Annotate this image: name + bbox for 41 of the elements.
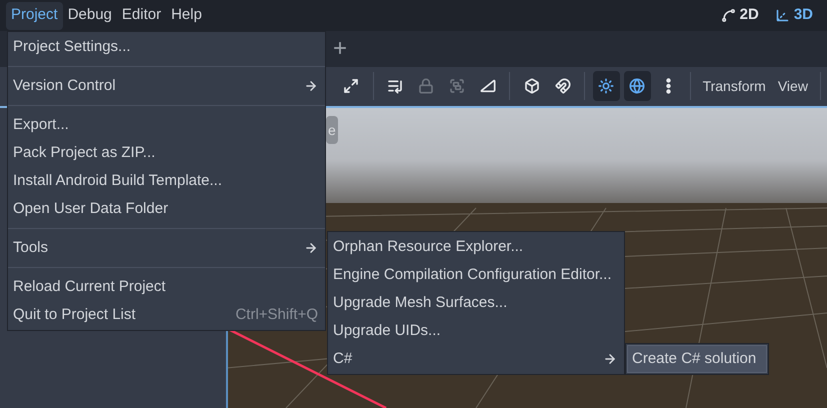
menu-item[interactable]: Install Android Build Template...: [9, 167, 324, 195]
cube-icon: [524, 78, 540, 94]
menu-item[interactable]: C#: [329, 345, 623, 373]
globe-icon: [629, 78, 646, 94]
view-mode-button[interactable]: 3D: [766, 4, 821, 27]
more-icon: [666, 78, 671, 94]
axes-icon: [774, 8, 790, 24]
menu-item[interactable]: Quit to Project List Ctrl+Shift+Q: [9, 301, 324, 329]
viewport-label: e: [326, 116, 338, 144]
menu-item[interactable]: Reload Current Project: [9, 273, 324, 301]
curve-icon: [720, 8, 736, 24]
view-mode-button[interactable]: 2D: [712, 4, 767, 27]
sun-button[interactable]: [592, 71, 620, 102]
menu-item[interactable]: Upgrade UIDs...: [329, 317, 623, 345]
menu-item[interactable]: Engine Compilation Configuration Editor...: [329, 261, 623, 289]
shortcut-label: Ctrl+Shift+Q: [235, 304, 318, 325]
expand-icon: [343, 78, 360, 94]
menu-button[interactable]: Help: [166, 2, 207, 30]
menu-item[interactable]: Project Settings...: [9, 33, 324, 61]
menu-item[interactable]: Version Control: [9, 72, 324, 100]
toolbar-menu-button[interactable]: Transform: [696, 76, 772, 97]
menu-item[interactable]: Tools: [9, 234, 324, 262]
lock-icon: [418, 78, 434, 94]
menu-item[interactable]: Orphan Resource Explorer...: [329, 233, 623, 261]
menu-item[interactable]: Open User Data Folder: [9, 195, 324, 223]
menu-item[interactable]: Create C# solution: [627, 345, 767, 373]
menu-item[interactable]: Upgrade Mesh Surfaces...: [329, 289, 623, 317]
toolbar-menu-button[interactable]: View: [772, 76, 814, 97]
menu-button[interactable]: Debug: [62, 2, 117, 30]
group-icon: [449, 78, 466, 94]
menu-button[interactable]: Editor: [116, 2, 166, 30]
add-tab-button[interactable]: +: [333, 37, 348, 62]
sun-icon: [598, 78, 614, 94]
globe-button[interactable]: [624, 71, 651, 102]
menu-item[interactable]: Pack Project as ZIP...: [9, 139, 324, 167]
menu-button[interactable]: Project: [6, 2, 63, 30]
magnet-icon: [554, 78, 571, 94]
arrow-icon: [603, 352, 617, 366]
ruler-icon: [480, 78, 496, 94]
menu-item[interactable]: Export...: [9, 111, 324, 139]
list-select-icon: [387, 78, 404, 94]
